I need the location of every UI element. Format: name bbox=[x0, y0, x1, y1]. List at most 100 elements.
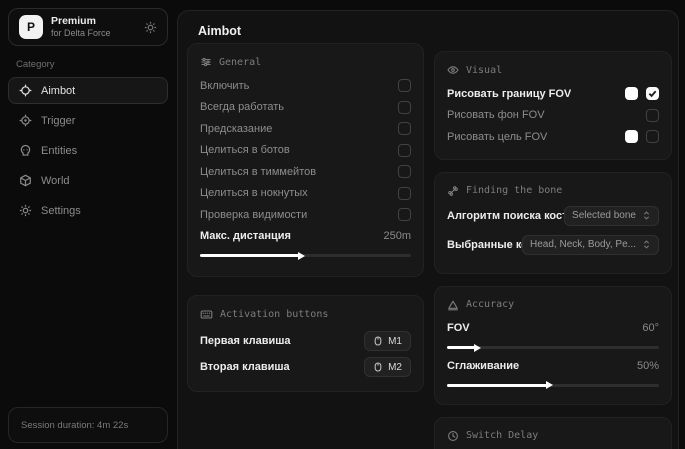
checkbox[interactable] bbox=[398, 144, 411, 157]
checkbox[interactable] bbox=[398, 101, 411, 114]
max-distance-slider[interactable] bbox=[200, 254, 411, 257]
toggle-row: Проверка видимости bbox=[200, 204, 411, 226]
sidebar-item-world[interactable]: World bbox=[8, 167, 168, 194]
row-label: FOV bbox=[447, 322, 470, 334]
visual-card: Visual Рисовать границу FOV Рисовать фон… bbox=[434, 51, 672, 160]
sidebar-item-label: Aimbot bbox=[41, 85, 75, 97]
color-swatch[interactable] bbox=[625, 130, 638, 143]
row-label: Рисовать границу FOV bbox=[447, 88, 571, 100]
checkbox[interactable] bbox=[398, 122, 411, 135]
checkbox[interactable] bbox=[398, 165, 411, 178]
slider-thumb[interactable] bbox=[298, 252, 305, 260]
slider-fill bbox=[447, 384, 547, 387]
slider-value: 250m bbox=[383, 230, 411, 242]
app-window: P Premium for Delta Force Category bbox=[0, 0, 685, 449]
checkbox[interactable] bbox=[646, 87, 659, 100]
chevron-up-down-icon bbox=[642, 240, 651, 249]
row-label: Рисовать цель FOV bbox=[447, 131, 547, 143]
sidebar-item-label: Entities bbox=[41, 145, 77, 157]
visual-row: Рисовать границу FOV bbox=[447, 83, 659, 105]
sidebar-item-label: Settings bbox=[41, 205, 81, 217]
brand-logo: P bbox=[19, 15, 43, 39]
general-card: General Включить Всегда работать Предска… bbox=[187, 43, 424, 277]
slider-fill bbox=[447, 346, 475, 349]
gear-icon[interactable] bbox=[144, 21, 157, 34]
main-panel: Aimbot General Включить bbox=[177, 10, 679, 449]
slider-thumb[interactable] bbox=[474, 344, 481, 352]
clock-icon bbox=[447, 430, 459, 442]
slider-fill bbox=[200, 254, 299, 257]
row-label: Целиться в ботов bbox=[200, 144, 290, 156]
sidebar-item-aimbot[interactable]: Aimbot bbox=[8, 77, 168, 104]
sidebar: P Premium for Delta Force Category bbox=[0, 0, 176, 449]
sidebar-item-label: Trigger bbox=[41, 115, 75, 127]
row-label: Целиться в нокнутых bbox=[200, 187, 308, 199]
gear-icon bbox=[19, 204, 32, 217]
sidebar-item-settings[interactable]: Settings bbox=[8, 197, 168, 224]
row-label: Первая клавиша bbox=[200, 335, 291, 347]
fov-slider[interactable] bbox=[447, 346, 659, 349]
row-label: Всегда работать bbox=[200, 101, 284, 113]
column-right: Visual Рисовать границу FOV Рисовать фон… bbox=[434, 51, 672, 449]
toggle-row: Всегда работать bbox=[200, 97, 411, 119]
slider-value: 60° bbox=[642, 322, 659, 334]
precision-icon bbox=[447, 299, 459, 311]
sidebar-nav: Aimbot Trigger Entities bbox=[0, 77, 176, 224]
keybind-label: M2 bbox=[388, 362, 402, 373]
eye-icon bbox=[447, 64, 459, 76]
page-title: Aimbot bbox=[198, 24, 241, 38]
row-label: Включить bbox=[200, 80, 249, 92]
keybind-button[interactable]: M2 bbox=[364, 357, 411, 377]
keybind-button[interactable]: M1 bbox=[364, 331, 411, 351]
checkbox[interactable] bbox=[398, 187, 411, 200]
brand-card: P Premium for Delta Force bbox=[8, 8, 168, 46]
selected-bones-select[interactable]: Head, Neck, Body, Pe... bbox=[522, 235, 659, 255]
card-title: Accuracy bbox=[466, 299, 514, 310]
sidebar-item-entities[interactable]: Entities bbox=[8, 137, 168, 164]
switch-delay-card: Switch Delay Задержка переключения Задер… bbox=[434, 417, 672, 449]
dropdown-value: Selected bone bbox=[572, 210, 636, 221]
category-label: Category bbox=[16, 59, 176, 70]
brand-subtitle: for Delta Force bbox=[51, 28, 111, 39]
row-label: Макс. дистанция bbox=[200, 230, 291, 242]
row-label: Выбранные кос bbox=[447, 239, 526, 251]
accuracy-card: Accuracy FOV 60° Сглаживание 50% bbox=[434, 286, 672, 405]
checkbox[interactable] bbox=[646, 130, 659, 143]
bone-card: Finding the bone Алгоритм поиска кост Se… bbox=[434, 172, 672, 274]
sidebar-item-label: World bbox=[41, 175, 70, 187]
toggle-row: Целиться в нокнутых bbox=[200, 183, 411, 205]
row-label: Предсказание bbox=[200, 123, 272, 135]
keybind-row: Первая клавиша M1 bbox=[200, 328, 411, 354]
switch-delay-card-header: Switch Delay bbox=[447, 430, 659, 442]
dropdown-value: Head, Neck, Body, Pe... bbox=[530, 239, 636, 250]
slider-label-row: Сглаживание 50% bbox=[447, 355, 659, 377]
row-label: Целиться в тиммейтов bbox=[200, 166, 316, 178]
checkbox[interactable] bbox=[398, 79, 411, 92]
bone-icon bbox=[447, 185, 459, 197]
brand-title: Premium bbox=[51, 15, 111, 28]
brand-text: Premium for Delta Force bbox=[51, 15, 111, 38]
slider-value: 50% bbox=[637, 360, 659, 372]
activation-card: Activation buttons Первая клавиша M1 Вто… bbox=[187, 295, 424, 392]
checkbox[interactable] bbox=[646, 109, 659, 122]
bone-row: Выбранные кос Head, Neck, Body, Pe... bbox=[447, 233, 659, 257]
bone-card-header: Finding the bone bbox=[447, 185, 659, 197]
row-label: Алгоритм поиска кост bbox=[447, 210, 568, 222]
slider-thumb[interactable] bbox=[546, 381, 553, 389]
color-swatch[interactable] bbox=[625, 87, 638, 100]
checkbox[interactable] bbox=[398, 208, 411, 221]
visual-card-header: Visual bbox=[447, 64, 659, 76]
card-title: Activation buttons bbox=[220, 309, 328, 320]
bone-algorithm-select[interactable]: Selected bone bbox=[564, 206, 659, 226]
row-label: Вторая клавиша bbox=[200, 361, 290, 373]
mouse-icon bbox=[373, 336, 383, 346]
row-label: Проверка видимости bbox=[200, 209, 307, 221]
crosshair-icon bbox=[19, 84, 32, 97]
chevron-up-down-icon bbox=[642, 211, 651, 220]
bone-row: Алгоритм поиска кост Selected bone bbox=[447, 204, 659, 228]
card-title: General bbox=[219, 57, 261, 68]
visual-row: Рисовать цель FOV bbox=[447, 126, 659, 148]
sidebar-item-trigger[interactable]: Trigger bbox=[8, 107, 168, 134]
smoothing-slider[interactable] bbox=[447, 384, 659, 387]
slider-label-row: Макс. дистанция 250m bbox=[200, 226, 411, 248]
